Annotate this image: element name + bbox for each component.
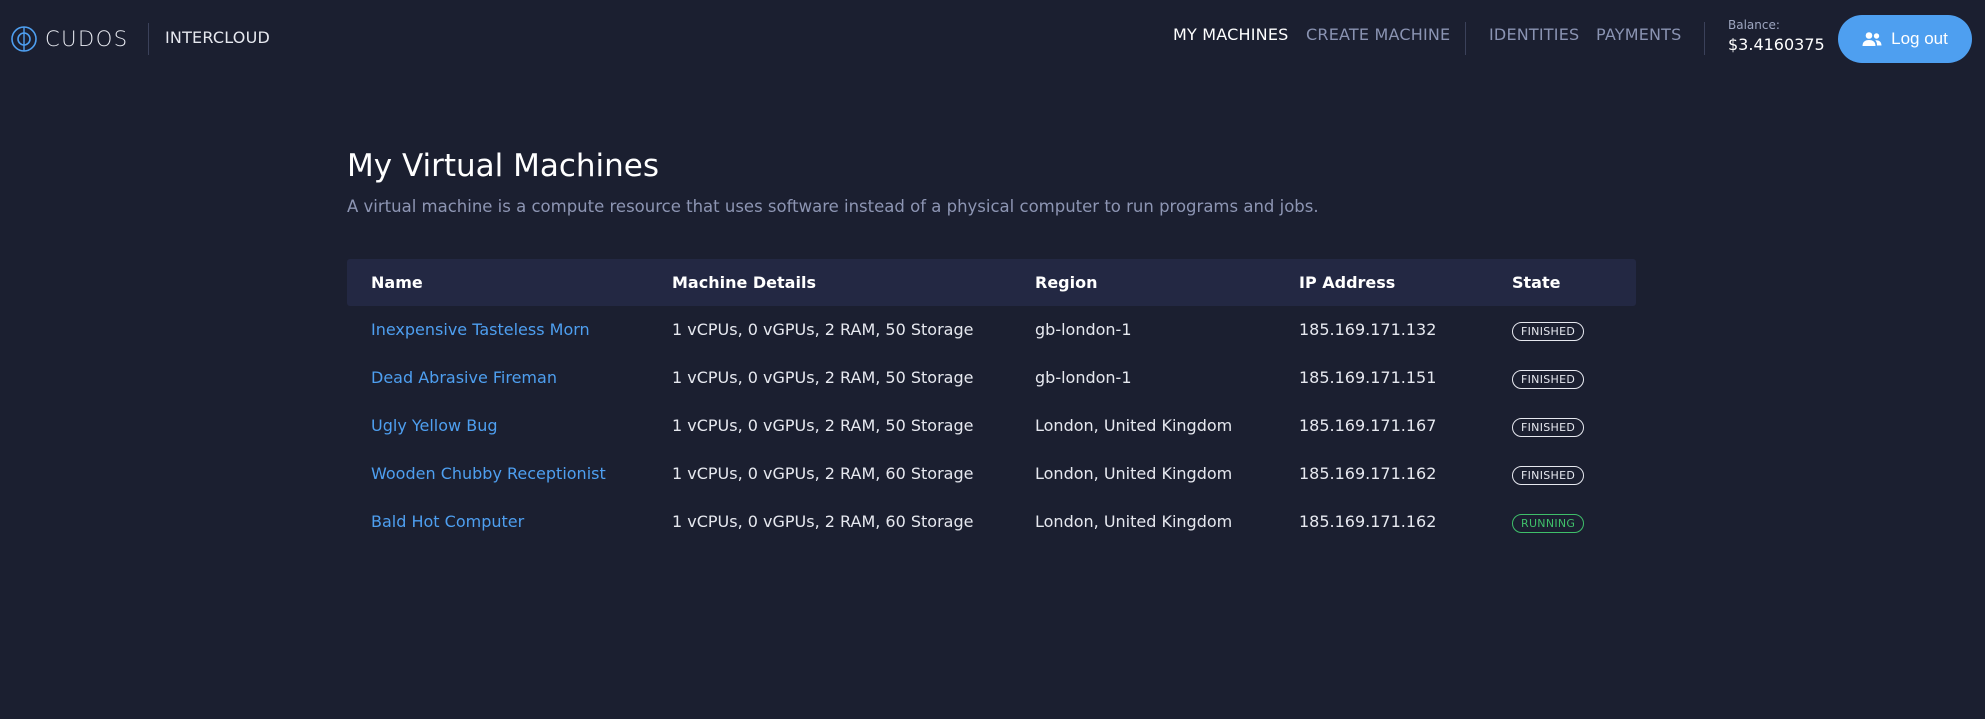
- logout-button[interactable]: Log out: [1838, 15, 1972, 63]
- machine-name-link[interactable]: Inexpensive Tasteless Morn: [371, 320, 590, 339]
- table-row: Wooden Chubby Receptionist 1 vCPUs, 0 vG…: [347, 450, 1636, 498]
- balance: Balance: $3.4160375: [1728, 18, 1825, 54]
- cudos-logo-icon: [11, 26, 37, 52]
- nav-divider: [1704, 22, 1705, 55]
- machine-region: gb-london-1: [1035, 368, 1132, 387]
- machine-details: 1 vCPUs, 0 vGPUs, 2 RAM, 60 Storage: [672, 464, 974, 483]
- column-header-ip-address[interactable]: IP Address: [1299, 273, 1395, 292]
- machine-name-link[interactable]: Ugly Yellow Bug: [371, 416, 497, 435]
- machine-region: London, United Kingdom: [1035, 512, 1233, 531]
- machine-name-link[interactable]: Wooden Chubby Receptionist: [371, 464, 606, 483]
- machine-details: 1 vCPUs, 0 vGPUs, 2 RAM, 60 Storage: [672, 512, 974, 531]
- machine-region: London, United Kingdom: [1035, 416, 1233, 435]
- machine-ip: 185.169.171.132: [1299, 320, 1437, 339]
- top-header: CUDOS INTERCLOUD MY MACHINES CREATE MACH…: [0, 0, 1985, 78]
- nav-create-machine[interactable]: CREATE MACHINE: [1306, 25, 1450, 44]
- status-badge: FINISHED: [1512, 466, 1585, 485]
- balance-value: $3.4160375: [1728, 35, 1825, 54]
- column-header-state[interactable]: State: [1512, 273, 1560, 292]
- users-icon: [1862, 32, 1882, 46]
- page-title: My Virtual Machines: [347, 148, 660, 184]
- table-row: Bald Hot Computer 1 vCPUs, 0 vGPUs, 2 RA…: [347, 498, 1636, 546]
- table-row: Dead Abrasive Fireman 1 vCPUs, 0 vGPUs, …: [347, 354, 1636, 402]
- machine-details: 1 vCPUs, 0 vGPUs, 2 RAM, 50 Storage: [672, 320, 974, 339]
- machine-details: 1 vCPUs, 0 vGPUs, 2 RAM, 50 Storage: [672, 416, 974, 435]
- machine-region: London, United Kingdom: [1035, 464, 1233, 483]
- machine-ip: 185.169.171.162: [1299, 464, 1437, 483]
- balance-label: Balance:: [1728, 18, 1780, 32]
- table-row: Inexpensive Tasteless Morn 1 vCPUs, 0 vG…: [347, 306, 1636, 354]
- table-row: Ugly Yellow Bug 1 vCPUs, 0 vGPUs, 2 RAM,…: [347, 402, 1636, 450]
- page-subtitle: A virtual machine is a compute resource …: [347, 197, 1319, 216]
- logout-label: Log out: [1891, 29, 1948, 48]
- table-header: Name Machine Details Region IP Address S…: [347, 259, 1636, 306]
- status-badge: FINISHED: [1512, 418, 1585, 437]
- nav-my-machines[interactable]: MY MACHINES: [1173, 25, 1289, 44]
- machine-ip: 185.169.171.162: [1299, 512, 1437, 531]
- machine-region: gb-london-1: [1035, 320, 1132, 339]
- status-badge: FINISHED: [1512, 370, 1585, 389]
- product-name: INTERCLOUD: [165, 28, 271, 47]
- column-header-region[interactable]: Region: [1035, 273, 1098, 292]
- machine-ip: 185.169.171.151: [1299, 368, 1437, 387]
- cudos-logo[interactable]: CUDOS: [10, 24, 129, 54]
- logo-divider: [148, 23, 149, 55]
- status-badge: FINISHED: [1512, 322, 1585, 341]
- status-badge: RUNNING: [1512, 514, 1585, 533]
- nav-payments[interactable]: PAYMENTS: [1596, 25, 1682, 44]
- machines-table: Name Machine Details Region IP Address S…: [347, 259, 1636, 546]
- machine-name-link[interactable]: Bald Hot Computer: [371, 512, 524, 531]
- machine-details: 1 vCPUs, 0 vGPUs, 2 RAM, 50 Storage: [672, 368, 974, 387]
- nav-identities[interactable]: IDENTITIES: [1489, 25, 1579, 44]
- machine-name-link[interactable]: Dead Abrasive Fireman: [371, 368, 557, 387]
- nav-divider: [1465, 22, 1466, 55]
- column-header-machine-details[interactable]: Machine Details: [672, 273, 816, 292]
- machine-ip: 185.169.171.167: [1299, 416, 1437, 435]
- column-header-name[interactable]: Name: [371, 273, 423, 292]
- logo-text: CUDOS: [45, 27, 129, 51]
